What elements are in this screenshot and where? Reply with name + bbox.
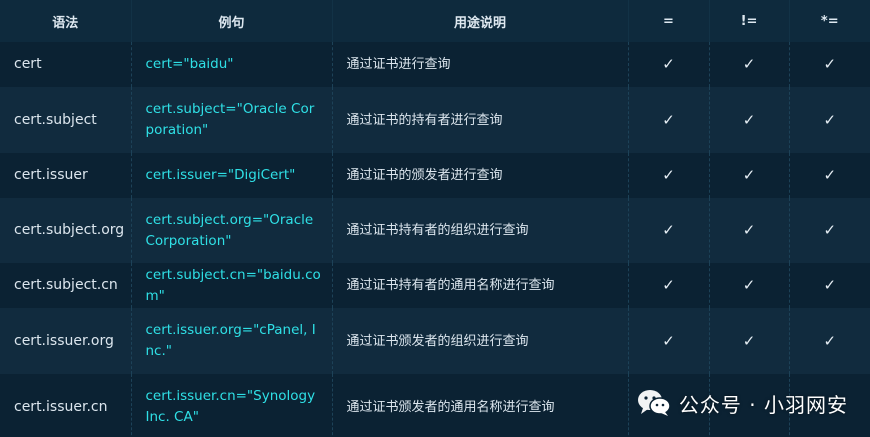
example-cell: cert.issuer.cn="Synology Inc. CA" — [131, 374, 333, 437]
table-row: cert cert="baidu" 通过证书进行查询 ✓ ✓ ✓ — [0, 42, 870, 87]
header-equals: = — [628, 0, 710, 42]
check-icon: ✓ — [823, 221, 837, 239]
table-row: cert.subject.org cert.subject.org="Oracl… — [0, 198, 870, 263]
check-icon: ✓ — [628, 87, 710, 153]
syntax-table: 语法 例句 用途说明 = != *= cert cert="baidu" 通过证… — [0, 0, 870, 437]
check-icon: ✓ — [628, 198, 710, 263]
table-row: cert.issuer.org cert.issuer.org="cPanel,… — [0, 308, 870, 374]
example-cell: cert.subject.org="Oracle Corporation" — [131, 198, 333, 263]
syntax-cell: cert.subject.org — [0, 198, 132, 263]
description-cell: 通过证书颁发者的组织进行查询 — [332, 308, 629, 374]
header-contains: *= — [820, 13, 839, 29]
syntax-cell: cert.subject — [0, 87, 132, 153]
check-icon: ✓ — [823, 276, 837, 294]
header-description: 用途说明 — [332, 0, 629, 42]
syntax-cell: cert.subject.cn — [0, 263, 132, 308]
description-cell: 通过证书的颁发者进行查询 — [332, 153, 629, 198]
watermark: 公众号 · 小羽网安 — [637, 385, 848, 421]
header-not-equals: != — [709, 0, 790, 42]
description-cell: 通过证书进行查询 — [332, 42, 629, 87]
example-cell: cert.issuer="DigiCert" — [131, 153, 333, 198]
check-icon: ✓ — [709, 42, 790, 87]
page: 语法 例句 用途说明 = != *= cert cert="baidu" 通过证… — [0, 0, 870, 437]
description-cell: 通过证书颁发者的通用名称进行查询 — [332, 374, 629, 437]
example-cell: cert="baidu" — [131, 42, 333, 87]
check-icon: ✓ — [709, 263, 790, 308]
header-row: 语法 例句 用途说明 = != *= — [0, 0, 870, 42]
check-icon: ✓ — [628, 153, 710, 198]
syntax-cell: cert.issuer.cn — [0, 374, 132, 437]
check-icon: ✓ — [709, 87, 790, 153]
syntax-cell: cert.issuer.org — [0, 308, 132, 374]
check-icon: ✓ — [709, 308, 790, 374]
wechat-icon — [637, 389, 671, 417]
example-cell: cert.subject="Oracle Corporation" — [131, 87, 333, 153]
check-icon: ✓ — [823, 110, 837, 129]
description-cell: 通过证书的持有者进行查询 — [332, 87, 629, 153]
table-header: 语法 例句 用途说明 = != *= — [0, 0, 870, 42]
check-icon: ✓ — [709, 198, 790, 263]
check-icon: ✓ — [628, 42, 710, 87]
check-icon: ✓ — [628, 263, 710, 308]
description-cell: 通过证书持有者的组织进行查询 — [332, 198, 629, 263]
header-syntax: 语法 — [0, 0, 132, 42]
example-cell: cert.issuer.org="cPanel, Inc." — [131, 308, 333, 374]
check-icon: ✓ — [823, 166, 837, 184]
syntax-cell: cert — [0, 42, 132, 87]
syntax-cell: cert.issuer — [0, 153, 132, 198]
table-row: cert.subject.cn cert.subject.cn="baidu.c… — [0, 263, 870, 308]
check-icon: ✓ — [823, 331, 837, 350]
header-example: 例句 — [131, 0, 333, 42]
watermark-text: 公众号 · 小羽网安 — [678, 392, 848, 417]
example-cell: cert.subject.cn="baidu.com" — [131, 263, 333, 308]
table-row: cert.subject cert.subject="Oracle Corpor… — [0, 87, 870, 153]
table-body: cert cert="baidu" 通过证书进行查询 ✓ ✓ ✓ cert.su… — [0, 42, 870, 437]
table-row: cert.issuer cert.issuer="DigiCert" 通过证书的… — [0, 153, 870, 198]
check-icon: ✓ — [823, 55, 837, 73]
check-icon: ✓ — [628, 308, 710, 374]
check-icon: ✓ — [709, 153, 790, 198]
description-cell: 通过证书持有者的通用名称进行查询 — [332, 263, 629, 308]
